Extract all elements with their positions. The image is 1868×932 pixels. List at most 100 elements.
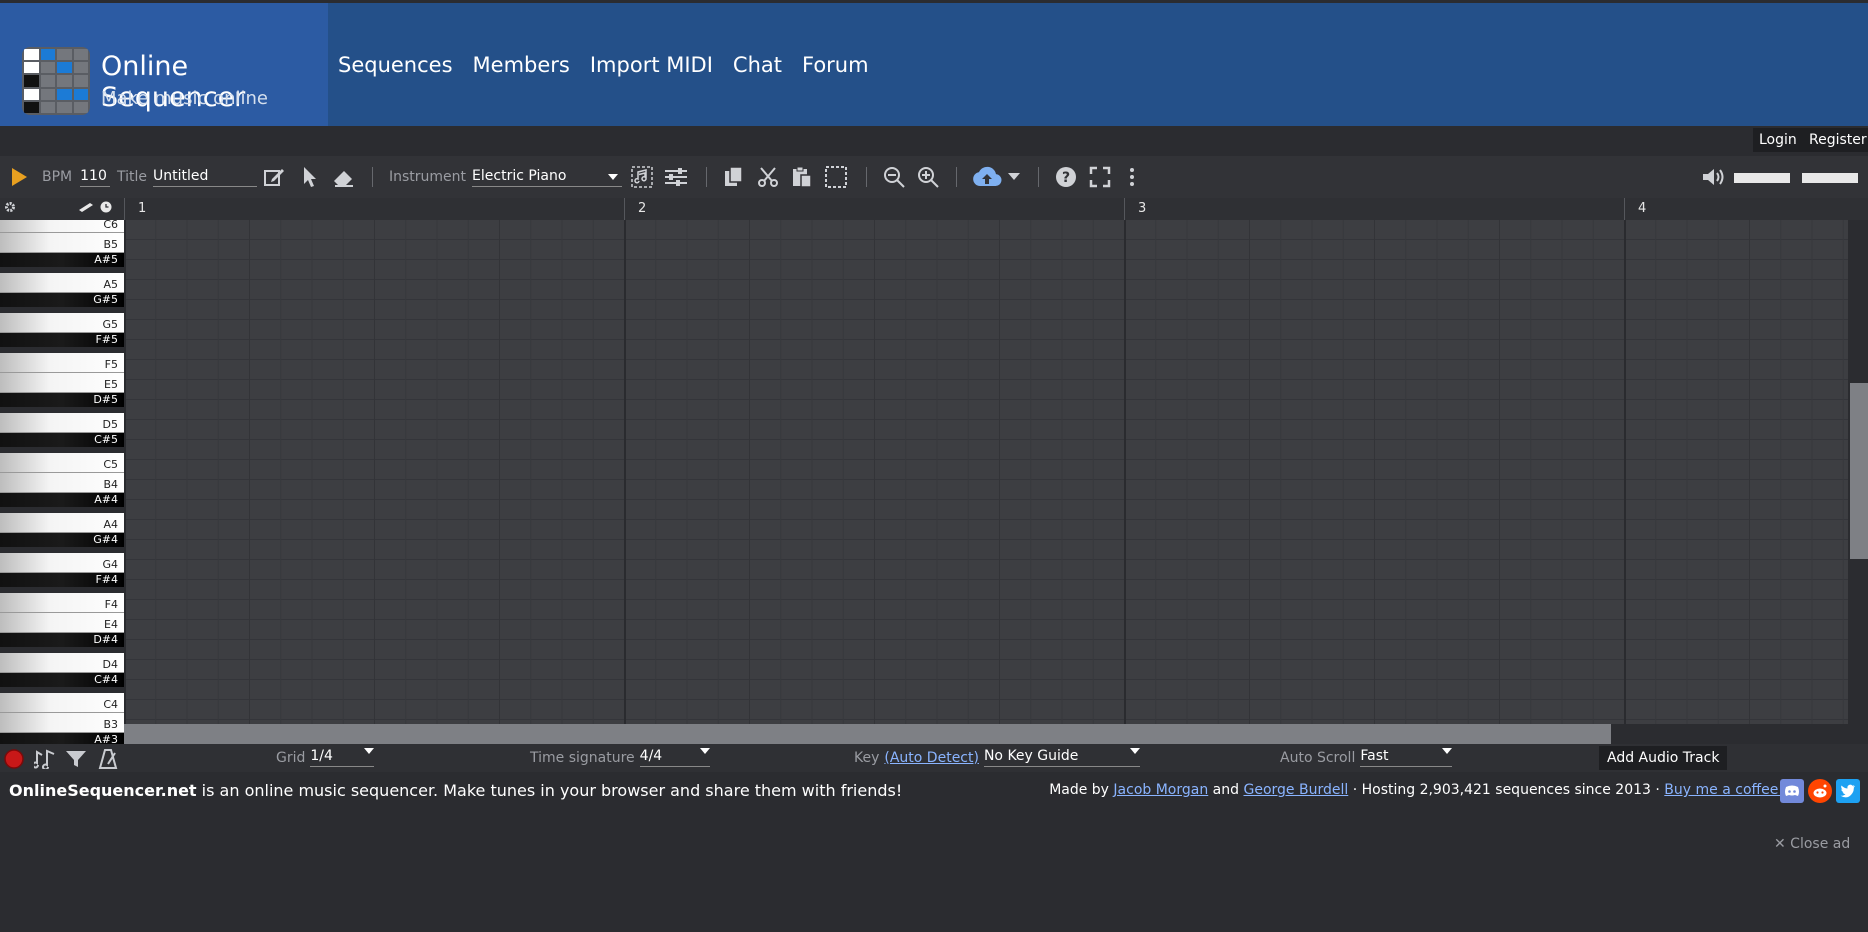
instrument-select[interactable]: Electric Piano	[472, 168, 623, 187]
footer-credits: Made by Jacob Morgan and George Burdell …	[1049, 782, 1784, 798]
piano-key-f4[interactable]: F4	[0, 593, 124, 613]
site-tagline: is an online music sequencer. Make tunes…	[196, 781, 903, 800]
nav-chat[interactable]: Chat	[733, 53, 782, 77]
nav-import-midi[interactable]: Import MIDI	[590, 53, 713, 77]
piano-key-g-sharp4[interactable]: G#4	[0, 533, 124, 547]
auto-detect-link[interactable]: (Auto Detect)	[884, 750, 979, 766]
filter-icon[interactable]	[64, 748, 88, 770]
piano-key-e4[interactable]: E4	[0, 613, 124, 633]
bar-marker	[1124, 198, 1125, 220]
piano-key-d-sharp4[interactable]: D#4	[0, 633, 124, 647]
divider	[956, 167, 957, 187]
help-icon[interactable]: ?	[1054, 165, 1078, 189]
chevron-down-icon	[1129, 748, 1140, 754]
bar-marker	[1624, 198, 1625, 220]
made-by-text: Made by	[1049, 782, 1114, 798]
piano-key-a4[interactable]: A4	[0, 513, 124, 533]
fullscreen-icon[interactable]	[1088, 165, 1112, 189]
piano-key-c6[interactable]: C6	[0, 220, 124, 233]
master-volume-slider[interactable]	[1734, 173, 1790, 183]
auto-scroll-value: Fast	[1360, 748, 1389, 764]
nav-sequences[interactable]: Sequences	[338, 53, 453, 77]
zoom-in-icon[interactable]	[916, 165, 940, 189]
note-grid[interactable]	[124, 220, 1848, 724]
copy-icon[interactable]	[722, 165, 746, 189]
instrument-settings-icon[interactable]	[630, 165, 654, 189]
vertical-scrollbar-thumb[interactable]	[1850, 383, 1868, 559]
scissors-icon[interactable]	[756, 165, 780, 189]
piano-key-a-sharp4[interactable]: A#4	[0, 493, 124, 507]
sliders-icon[interactable]	[664, 165, 688, 189]
piano-key-a-sharp5[interactable]: A#5	[0, 253, 124, 267]
piano-key-d5[interactable]: D5	[0, 413, 124, 433]
piano-key-f5[interactable]: F5	[0, 353, 124, 373]
chevron-down-icon	[1442, 748, 1453, 754]
pointer-icon[interactable]	[298, 165, 322, 189]
piano-keyboard: C6 B5 A#5 A5 G#5 G5 F#5 F5 E5 D#5 D5 C#5 C5 B4 A#4 A4 G#…	[0, 220, 124, 744]
discord-icon[interactable]	[1780, 779, 1804, 803]
auto-scroll-select[interactable]: Fast	[1360, 748, 1453, 767]
zoom-out-icon[interactable]	[882, 165, 906, 189]
buy-coffee-link[interactable]: Buy me a coffee!	[1664, 782, 1784, 798]
clock-icon[interactable]	[98, 199, 114, 215]
select-box-icon[interactable]	[824, 165, 848, 189]
more-options-icon[interactable]	[1120, 165, 1144, 189]
nav-members[interactable]: Members	[473, 53, 570, 77]
bar-marker	[124, 198, 125, 220]
piano-key-g4[interactable]: G4	[0, 553, 124, 573]
key-select[interactable]: No Key Guide	[983, 748, 1140, 767]
twitter-icon[interactable]	[1836, 779, 1860, 803]
save-menu-chevron-down-icon[interactable]	[1002, 165, 1026, 189]
bar-number-1: 1	[138, 201, 147, 216]
piano-key-a5[interactable]: A5	[0, 273, 124, 293]
piano-key-a-sharp3[interactable]: A#3	[0, 733, 124, 744]
ruler-icon[interactable]	[78, 199, 94, 215]
record-icon[interactable]	[3, 748, 25, 770]
time-signature-select[interactable]: 4/4	[639, 748, 710, 767]
divider	[1038, 167, 1039, 187]
piano-key-b4[interactable]: B4	[0, 473, 124, 493]
piano-key-b5[interactable]: B5	[0, 233, 124, 253]
login-button[interactable]: Login	[1753, 128, 1803, 152]
piano-key-e5[interactable]: E5	[0, 373, 124, 393]
piano-key-c4[interactable]: C4	[0, 693, 124, 713]
piano-key-d-sharp5[interactable]: D#5	[0, 393, 124, 407]
piano-key-f-sharp5[interactable]: F#5	[0, 333, 124, 347]
bpm-input[interactable]: 110	[80, 168, 111, 187]
piano-key-g-sharp5[interactable]: G#5	[0, 293, 124, 307]
volume-icon[interactable]	[1702, 165, 1726, 189]
eraser-icon[interactable]	[332, 165, 356, 189]
brand-subtitle: Make music online	[101, 88, 268, 109]
time-signature-value: 4/4	[639, 748, 663, 764]
reddit-icon[interactable]	[1808, 779, 1832, 803]
metronome-icon[interactable]	[96, 748, 120, 770]
key-value: No Key Guide	[983, 748, 1079, 764]
instrument-volume-slider[interactable]	[1802, 173, 1858, 183]
title-input[interactable]: Untitled	[153, 168, 258, 187]
paste-icon[interactable]	[790, 165, 814, 189]
close-ad-button[interactable]: ✕ Close ad	[1774, 836, 1850, 852]
chevron-down-icon	[364, 748, 375, 754]
chevron-down-icon	[608, 174, 619, 180]
piano-key-c-sharp4[interactable]: C#4	[0, 673, 124, 687]
author-link-jacob[interactable]: Jacob Morgan	[1113, 782, 1208, 798]
author-link-george[interactable]: George Burdell	[1243, 782, 1348, 798]
gear-icon[interactable]	[2, 199, 18, 215]
add-audio-track-button[interactable]: Add Audio Track	[1599, 746, 1728, 770]
instrument-label: Instrument	[389, 169, 467, 185]
piano-key-c-sharp5[interactable]: C#5	[0, 433, 124, 447]
cloud-upload-icon[interactable]	[972, 165, 1002, 189]
piano-key-g5[interactable]: G5	[0, 313, 124, 333]
piano-key-c5[interactable]: C5	[0, 453, 124, 473]
horizontal-scrollbar-thumb[interactable]	[124, 724, 1611, 744]
nav-forum[interactable]: Forum	[802, 53, 869, 77]
play-icon[interactable]	[7, 165, 31, 189]
piano-key-f-sharp4[interactable]: F#4	[0, 573, 124, 587]
metronome-notes-icon[interactable]	[33, 748, 57, 770]
pencil-icon[interactable]	[262, 165, 286, 189]
grid-select[interactable]: 1/4	[310, 748, 375, 767]
register-button[interactable]: Register	[1803, 128, 1868, 152]
piano-key-d4[interactable]: D4	[0, 653, 124, 673]
brand-block[interactable]: Online Sequencer Make music online	[0, 3, 328, 126]
piano-key-b3[interactable]: B3	[0, 713, 124, 733]
